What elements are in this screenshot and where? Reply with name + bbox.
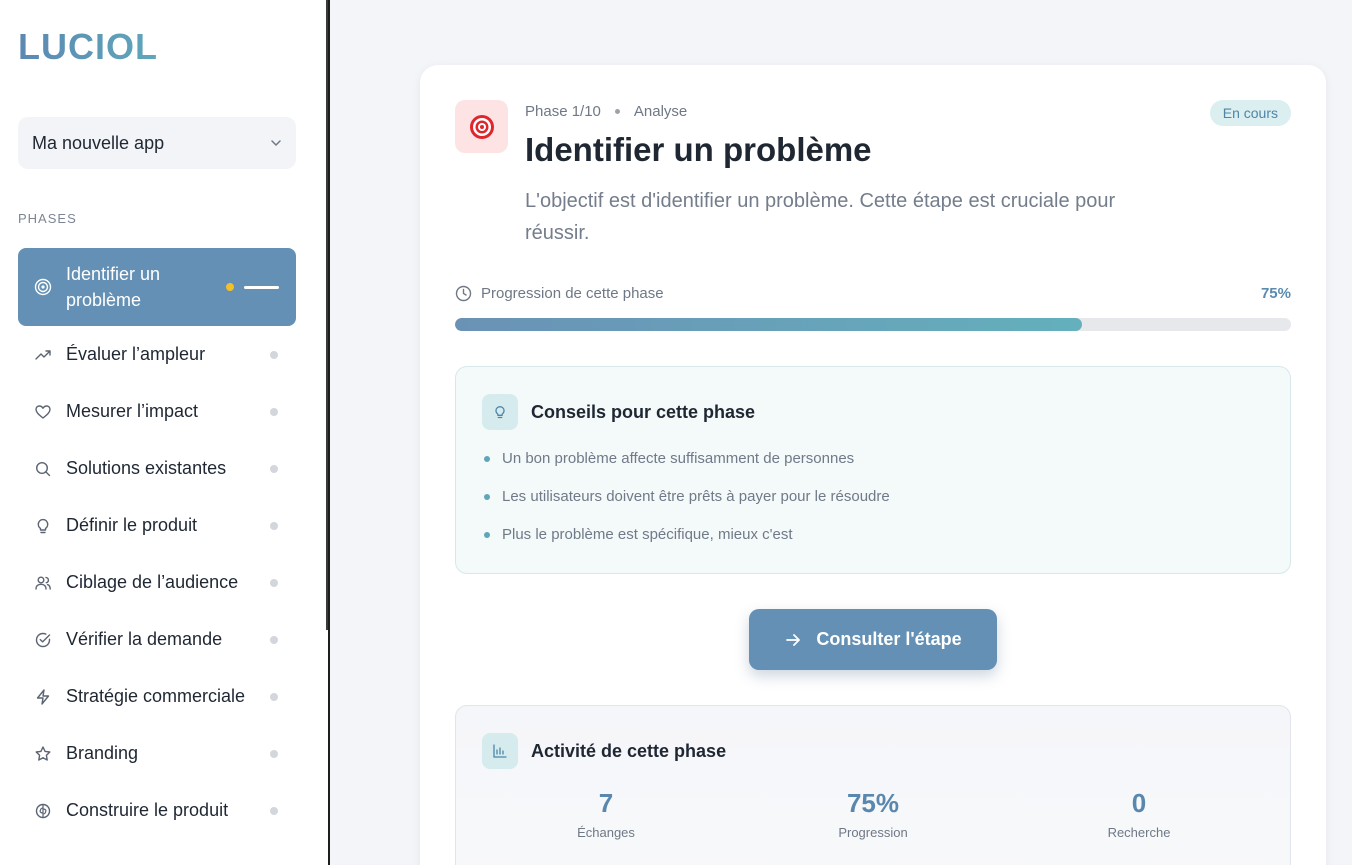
sidebar-item-label: Stratégie commerciale: [66, 686, 246, 706]
status-dot: [270, 521, 278, 530]
stat-label: Échanges: [577, 825, 635, 840]
tip-item: Les utilisateurs doivent être prêts à pa…: [484, 488, 890, 526]
progress-bar-fill: [455, 318, 1082, 331]
phases-nav: Identifier un problème Évaluer l’ampleur…: [18, 248, 296, 839]
status-dot: [270, 749, 278, 758]
users-icon: [35, 576, 51, 590]
phase-category: Analyse: [633, 103, 688, 120]
zap-icon: [36, 688, 50, 705]
app-selector[interactable]: Ma nouvelle app: [18, 117, 296, 169]
meta-separator: [614, 109, 620, 114]
sidebar-item-construire-le-produit[interactable]: Construire le produit: [18, 782, 296, 839]
sidebar-item-identifier-un-probleme[interactable]: Identifier un problème: [18, 248, 296, 326]
status-dot: [270, 407, 278, 416]
stat-value: 0: [1131, 788, 1147, 818]
tip-item: Un bon problème affecte suffisamment de …: [484, 450, 890, 488]
search-icon: [35, 461, 51, 476]
sidebar-item-label: Ciblage de l’audience: [66, 572, 239, 592]
progress-bar: [455, 318, 1291, 331]
sidebar: LUCIOL Ma nouvelle app PHASES Identifier…: [0, 0, 330, 865]
sidebar-item-solutions-existantes[interactable]: Solutions existantes: [18, 440, 296, 497]
stat-label: Progression: [838, 825, 908, 840]
stat-recherche: 0 Recherche: [1029, 788, 1249, 840]
progress-percent: 75%: [1260, 285, 1291, 302]
sidebar-item-label: Solutions existantes: [66, 458, 227, 478]
phase-meta: Phase 1/10 Analyse: [525, 103, 687, 120]
sidebar-item-label: Évaluer l’ampleur: [66, 344, 206, 364]
active-indicator-bar: [244, 286, 279, 289]
chevron-down-icon: [271, 140, 281, 146]
tips-list: Un bon problème affecte suffisamment de …: [484, 450, 890, 564]
phase-counter: Phase 1/10: [525, 103, 601, 120]
sidebar-item-evaluer-ampleur[interactable]: Évaluer l’ampleur: [18, 326, 296, 383]
app-selector-value: Ma nouvelle app: [32, 132, 165, 153]
arrow-right-icon: [786, 633, 801, 646]
star-icon: [35, 745, 51, 761]
stat-value: 7: [598, 788, 614, 818]
check-circle-icon: [35, 632, 51, 647]
phase-description: L'objectif est d'identifier un problème.…: [525, 190, 1116, 244]
sidebar-item-label: Identifier un problème: [66, 264, 161, 310]
stat-value: 75%: [846, 788, 900, 818]
phases-section-label: PHASES: [18, 211, 77, 226]
status-dot: [270, 578, 278, 587]
brand-logo[interactable]: LUCIOL: [18, 26, 158, 68]
sidebar-item-label: Mesurer l’impact: [66, 401, 199, 421]
lightbulb-icon: [37, 518, 49, 533]
status-dot: [270, 350, 278, 359]
activity-title: Activité de cette phase: [531, 741, 727, 761]
target-icon: [469, 114, 494, 139]
consult-step-button[interactable]: Consulter l'étape: [749, 609, 997, 670]
tips-panel: Conseils pour cette phase Un bon problèm…: [455, 366, 1291, 574]
sidebar-item-ciblage-audience[interactable]: Ciblage de l’audience: [18, 554, 296, 611]
phase-card: Phase 1/10 Analyse En cours Identifier u…: [420, 65, 1326, 865]
progress-label-text: Progression de cette phase: [481, 285, 664, 302]
stat-label: Recherche: [1107, 825, 1171, 840]
phase-icon-box: [455, 100, 508, 153]
sidebar-item-label: Vérifier la demande: [66, 629, 223, 649]
brain-icon: [35, 803, 51, 818]
status-dot: [270, 692, 278, 701]
status-dot: [270, 635, 278, 644]
progress-label: Progression de cette phase: [455, 285, 664, 302]
consult-step-button-label: Consulter l'étape: [816, 629, 962, 649]
sidebar-item-branding[interactable]: Branding: [18, 725, 296, 782]
sidebar-item-definir-le-produit[interactable]: Définir le produit: [18, 497, 296, 554]
status-dot: [270, 806, 278, 815]
active-status-dot: [226, 283, 234, 291]
sidebar-item-label: Construire le produit: [66, 800, 229, 820]
tips-title: Conseils pour cette phase: [531, 402, 756, 422]
sidebar-item-strategie-commerciale[interactable]: Stratégie commerciale: [18, 668, 296, 725]
lightbulb-icon: [495, 406, 505, 419]
heart-icon: [35, 404, 51, 419]
clock-icon: [455, 285, 472, 302]
sidebar-scrollbar[interactable]: [326, 0, 328, 630]
bar-chart-icon: [493, 744, 507, 758]
target-icon: [34, 278, 52, 296]
sidebar-item-verifier-la-demande[interactable]: Vérifier la demande: [18, 611, 296, 668]
page-title: Identifier un problème: [525, 131, 872, 168]
sidebar-item-label: Branding: [66, 743, 139, 763]
trending-up-icon: [35, 349, 51, 360]
status-badge: En cours: [1209, 100, 1291, 126]
stat-echanges: 7 Échanges: [496, 788, 716, 840]
tips-icon-box: [482, 394, 518, 430]
stat-progression: 75% Progression: [763, 788, 983, 840]
sidebar-item-mesurer-impact[interactable]: Mesurer l’impact: [18, 383, 296, 440]
status-dot: [270, 464, 278, 473]
sidebar-item-label: Définir le produit: [66, 515, 198, 535]
tip-item: Plus le problème est spécifique, mieux c…: [484, 526, 890, 564]
activity-panel: Activité de cette phase 7 Échanges 75% P…: [455, 705, 1291, 865]
activity-icon-box: [482, 733, 518, 769]
